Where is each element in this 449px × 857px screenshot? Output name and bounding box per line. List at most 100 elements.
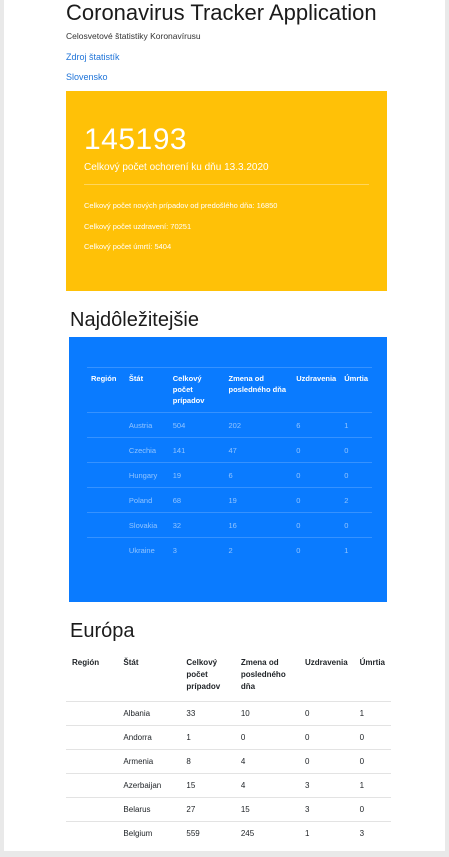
cell-recovered: 0 [292,537,341,562]
table-row: Armenia 8 4 0 0 [66,749,391,774]
column-header: Zmena od posledného dňa [228,374,286,394]
cell-recovered: 1 [298,821,354,845]
column-header: Zmena od posledného dňa [240,658,286,691]
cell-region [66,701,118,726]
cell-country: Hungary [124,462,169,488]
total-cases-number: 145193 [84,123,188,156]
cell-recovered: 0 [298,701,354,726]
cell-deaths: 1 [353,773,391,798]
cell-deaths: 1 [340,537,372,562]
column-header: Štát [128,374,144,383]
card-divider [84,184,369,185]
cell-deaths: 2 [340,487,372,513]
cell-recovered: 6 [292,412,341,438]
cell-total: 8 [180,749,235,774]
table-row: Belarus 27 15 3 0 [66,797,391,822]
cell-deaths: 0 [353,725,391,750]
cell-country: Ukraine [124,537,169,562]
cell-total: 559 [180,821,235,845]
cell-region [87,437,125,463]
stats-source-link[interactable]: Zdroj štatistík [66,52,120,62]
column-header: Celkový počet prípadov [172,374,205,405]
new-cases-stat: Celkový počet nových prípadov od predošl… [84,201,278,210]
cell-change: 245 [234,821,299,845]
cell-recovered: 0 [292,512,341,538]
total-cases-caption: Celkový počet ochorení ku dňu 13.3.2020 [84,162,269,173]
table-row: Ukraine 3 2 0 1 [87,537,372,562]
cell-country: Armenia [117,749,181,774]
cell-total: 33 [180,701,235,726]
cell-total: 68 [168,487,225,513]
cell-country: Albania [117,701,181,726]
cell-country: Poland [124,487,169,513]
cell-deaths: 0 [340,512,372,538]
cell-total: 1 [180,725,235,750]
cell-total: 141 [168,437,225,463]
cell-change: 6 [224,462,293,488]
table-row: Azerbaijan 15 4 3 1 [66,773,391,798]
cell-country: Slovakia [124,512,169,538]
table-row: Albania 33 10 0 1 [66,701,391,726]
cell-recovered: 0 [292,437,341,463]
column-header: Úmrtia [344,374,368,383]
page-title: Coronavirus Tracker Application [66,0,377,25]
important-table: Región Štát Celkový počet prípadov Zmena… [87,367,372,562]
table-row: Czechia 141 47 0 0 [87,437,372,463]
table-row: Belgium 559 245 1 3 [66,821,391,845]
cell-total: 15 [180,773,235,798]
cell-country: Azerbaijan [117,773,181,798]
cell-total: 504 [168,412,225,438]
cell-change: 4 [234,773,299,798]
summary-card: 145193 Celkový počet ochorení ku dňu 13.… [66,91,387,291]
cell-country: Czechia [124,437,169,463]
recovered-stat: Celkový počet uzdravení: 70251 [84,222,192,231]
cell-recovered: 0 [292,462,341,488]
cell-recovered: 3 [298,797,354,822]
table-row: Austria 504 202 6 1 [87,412,372,438]
cell-country: Belgium [117,821,181,845]
column-header: Uzdravenia [304,658,348,667]
cell-region [66,725,118,750]
cell-deaths: 0 [340,437,372,463]
column-header: Štát [123,658,139,667]
cell-change: 4 [234,749,299,774]
important-section-title: Najdôležitejšie [70,309,199,331]
cell-country: Belarus [117,797,181,822]
cell-recovered: 3 [298,773,354,798]
table-row: Hungary 19 6 0 0 [87,462,372,488]
cell-change: 16 [224,512,293,538]
cell-deaths: 0 [353,749,391,774]
cell-recovered: 0 [298,749,354,774]
cell-deaths: 3 [353,821,391,845]
cell-total: 3 [168,537,225,562]
cell-recovered: 0 [298,725,354,750]
cell-total: 19 [168,462,225,488]
cell-deaths: 0 [340,462,372,488]
europe-section-title: Európa [70,620,135,642]
table-row: Poland 68 19 0 2 [87,487,372,513]
cell-country: Austria [124,412,169,438]
deaths-stat: Celkový počet úmrtí: 5404 [84,242,172,251]
cell-region [87,512,125,538]
cell-region [66,749,118,774]
column-header: Uzdravenia [296,374,337,383]
cell-change: 19 [224,487,293,513]
cell-change: 2 [224,537,293,562]
cell-change: 202 [224,412,293,438]
cell-change: 10 [234,701,299,726]
cell-region [87,462,125,488]
cell-total: 27 [180,797,235,822]
cell-region [87,412,125,438]
column-header: Región [91,374,117,383]
cell-recovered: 0 [292,487,341,513]
cell-region [66,821,118,845]
europe-table: Región Štát Celkový počet prípadov Zmena… [66,651,391,845]
cell-deaths: 0 [353,797,391,822]
cell-change: 0 [234,725,299,750]
cell-deaths: 1 [353,701,391,726]
table-row: Andorra 1 0 0 0 [66,725,391,750]
cell-region [87,537,125,562]
cell-region [66,797,118,822]
slovakia-link[interactable]: Slovensko [66,72,108,82]
table-header-row: Región Štát Celkový počet prípadov Zmena… [66,651,391,702]
